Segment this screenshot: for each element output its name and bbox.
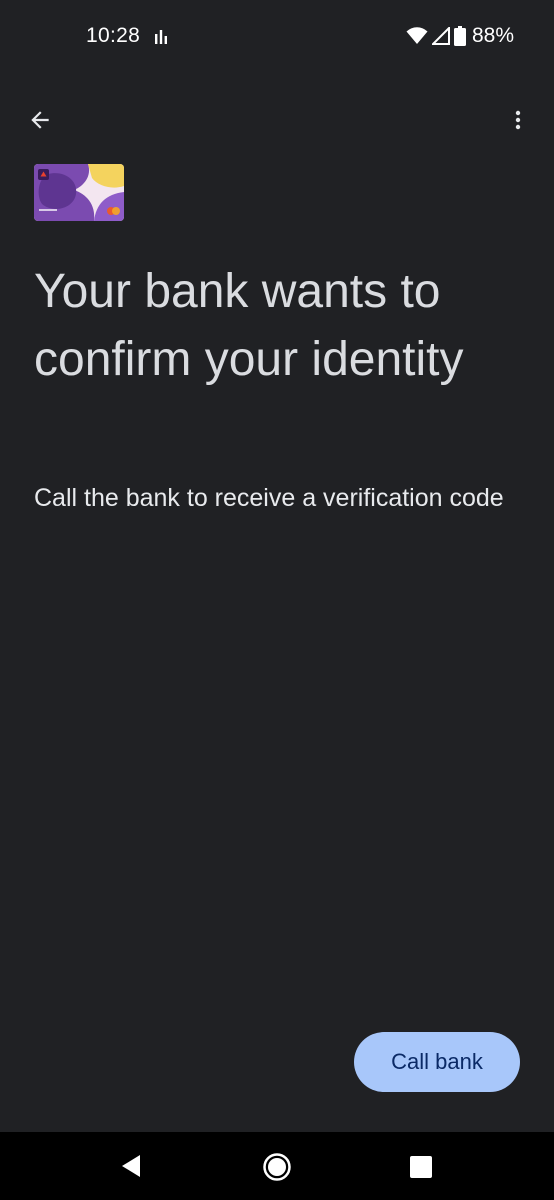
more-options-button[interactable]	[496, 96, 540, 144]
cell-signal-icon	[431, 27, 450, 45]
nav-back-icon[interactable]	[118, 1152, 146, 1180]
arrow-back-icon	[31, 111, 49, 129]
battery-icon	[453, 26, 466, 46]
nav-recents-icon[interactable]	[409, 1155, 433, 1179]
battery-percentage: 88%	[471, 24, 514, 47]
activity-bars-icon	[155, 30, 167, 44]
system-nav-bar	[0, 1132, 554, 1200]
page-title: Your bank wants to confirm your identity	[34, 265, 464, 386]
status-bar: 10:28 88%	[0, 0, 554, 72]
status-time: 10:28	[86, 24, 141, 47]
card-image	[34, 164, 124, 221]
call-bank-button[interactable]: Call bank	[354, 1032, 520, 1092]
more-vert-icon	[515, 110, 521, 130]
wifi-icon	[406, 27, 428, 44]
nav-home-icon[interactable]	[262, 1152, 292, 1182]
page-description: Call the bank to receive a verification …	[34, 484, 504, 512]
status-icons: 88%	[406, 24, 514, 48]
back-button[interactable]	[18, 96, 62, 144]
app-bar	[0, 96, 554, 144]
